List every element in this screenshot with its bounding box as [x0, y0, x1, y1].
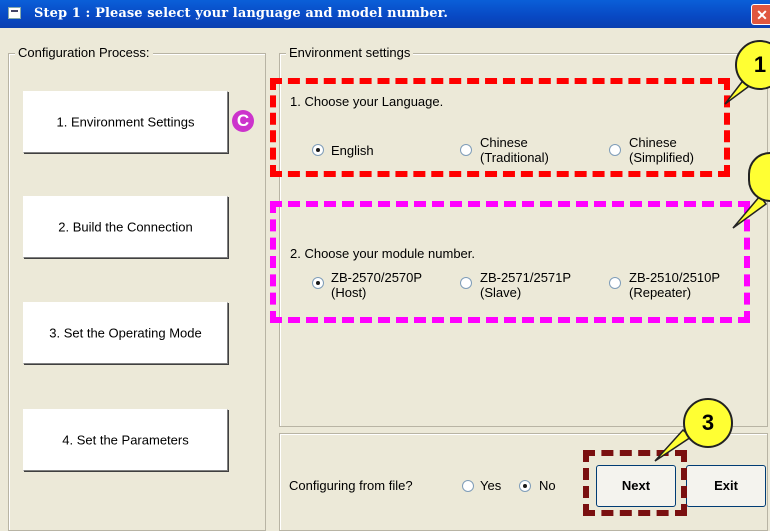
callout-pointers [654, 76, 768, 462]
callout-3: 3 [683, 398, 733, 448]
